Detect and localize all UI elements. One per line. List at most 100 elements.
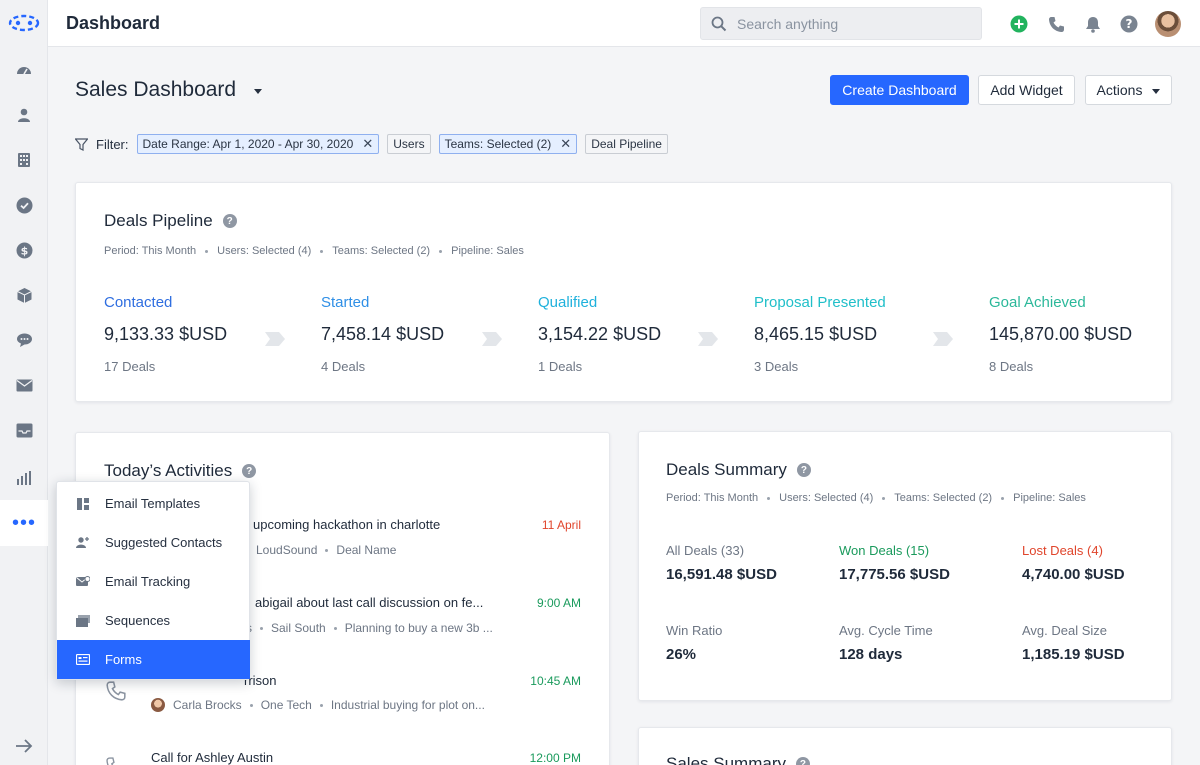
stage-amount: 145,870.00 $USD — [989, 324, 1133, 344]
menu-item-email-templates[interactable]: Email Templates — [57, 484, 250, 523]
filter-chip-label: Teams: Selected (2) — [444, 137, 552, 151]
dashboard-selector[interactable]: Sales Dashboard — [75, 78, 263, 102]
phone-icon[interactable] — [1046, 14, 1066, 34]
add-contact-icon — [76, 536, 90, 550]
activity-company: One Tech — [260, 698, 312, 712]
summary-avg-deal-size: Avg. Deal Size 1,185.19 $USD — [1022, 623, 1125, 663]
more-apps-button[interactable]: ••• — [0, 500, 48, 546]
user-avatar[interactable] — [1155, 11, 1181, 37]
meta-users: Users: Selected (4) — [217, 245, 312, 257]
pipeline-stage[interactable]: Started 7,458.14 $USD 4 Deals — [321, 294, 444, 374]
menu-item-forms[interactable]: Forms — [57, 640, 250, 679]
summary-win-ratio: Win Ratio 26% — [666, 623, 722, 663]
pipeline-stage[interactable]: Proposal Presented 8,465.15 $USD 3 Deals — [754, 294, 886, 374]
svg-text:$: $ — [20, 244, 28, 257]
summary-meta: Period: This Month Users: Selected (4) T… — [666, 492, 1086, 504]
deals-pipeline-title: Deals Pipeline — [104, 211, 213, 230]
stage-amount: 8,465.15 $USD — [754, 324, 878, 344]
meta-teams: Teams: Selected (2) — [332, 245, 431, 257]
quick-add-icon[interactable] — [1009, 14, 1029, 34]
tasks-check-icon[interactable] — [14, 195, 34, 215]
menu-item-sequences[interactable]: Sequences — [57, 601, 250, 640]
stage-amount: 9,133.33 $USD — [104, 324, 228, 344]
remove-filter-icon[interactable]: ✕ — [362, 136, 373, 152]
activity-item[interactable]: rrison 10:45 AM Carla Brocks One Tech In… — [76, 671, 611, 731]
chevron-right-icon — [482, 332, 502, 346]
actions-dropdown-button[interactable]: Actions — [1085, 75, 1172, 105]
filter-funnel-icon — [75, 137, 88, 151]
deals-pipeline-card: Deals Pipeline ? Period: This Month User… — [75, 182, 1172, 402]
dashboard-gauge-icon[interactable] — [14, 60, 34, 80]
contacts-person-icon[interactable] — [14, 105, 34, 125]
app-logo-icon[interactable] — [8, 13, 40, 33]
reports-bar-chart-icon[interactable] — [14, 468, 34, 488]
summary-value: 16,591.48 $USD — [666, 566, 777, 583]
meta-users: Users: Selected (4) — [779, 492, 874, 504]
add-widget-button[interactable]: Add Widget — [978, 75, 1075, 105]
activities-title: Today’s Activities — [104, 461, 233, 480]
meta-pipeline: Pipeline: Sales — [1013, 492, 1086, 504]
separator-dot — [439, 249, 443, 253]
stage-name: Started — [321, 294, 370, 311]
activity-meta: s Sail South Planning to buy a new 3b ..… — [246, 621, 493, 635]
search-input[interactable] — [737, 8, 977, 39]
filter-label: Filter: — [96, 136, 129, 152]
filter-chip-date-range[interactable]: Date Range: Apr 1, 2020 - Apr 30, 2020 ✕ — [136, 134, 380, 154]
activity-meta: Carla Brocks One Tech Industrial buying … — [151, 698, 485, 712]
contact-avatar — [151, 698, 165, 712]
inbox-tray-icon[interactable] — [14, 420, 34, 440]
menu-item-label: Email Tracking — [105, 574, 191, 589]
notifications-bell-icon[interactable] — [1083, 14, 1103, 34]
filter-chip-label: Deal Pipeline — [591, 137, 662, 151]
chevron-right-icon — [265, 332, 285, 346]
help-icon[interactable]: ? — [796, 463, 811, 477]
chat-bubble-icon[interactable] — [14, 330, 34, 350]
activity-company: LoudSound — [256, 543, 318, 557]
menu-item-email-tracking[interactable]: Email Tracking — [57, 562, 250, 601]
pipeline-stage[interactable]: Goal Achieved 145,870.00 $USD 8 Deals — [989, 294, 1132, 374]
help-icon[interactable]: ? — [795, 757, 810, 765]
expand-sidebar-arrow-icon[interactable] — [14, 736, 34, 756]
mail-envelope-icon[interactable] — [14, 375, 34, 395]
filter-chip-users[interactable]: Users — [387, 134, 431, 154]
stage-name: Contacted — [104, 294, 173, 311]
help-question-icon[interactable]: ? — [1119, 14, 1139, 34]
search-box[interactable] — [700, 7, 982, 40]
separator-dot — [882, 496, 886, 500]
svg-text:?: ? — [1126, 17, 1133, 31]
pipeline-stage[interactable]: Qualified 3,154.22 $USD 1 Deals — [538, 294, 661, 374]
activity-item[interactable]: Call for Ashley Austin 12:00 PM — [76, 749, 611, 765]
deals-dollar-icon[interactable]: $ — [14, 240, 34, 260]
stage-deals: 4 Deals — [321, 359, 366, 374]
card-title: Today’s Activities ? — [104, 461, 257, 481]
help-icon[interactable]: ? — [242, 464, 257, 478]
meta-period: Period: This Month — [666, 492, 759, 504]
activity-deal: Planning to buy a new 3b ... — [344, 621, 493, 635]
filter-chip-deal-pipeline[interactable]: Deal Pipeline — [585, 134, 668, 154]
stage-name: Goal Achieved — [989, 294, 1086, 311]
products-box-icon[interactable] — [14, 285, 34, 305]
call-phone-icon — [106, 681, 126, 701]
remove-filter-icon[interactable]: ✕ — [560, 136, 571, 152]
summary-lost-deals: Lost Deals (4) 4,740.00 $USD — [1022, 543, 1125, 583]
separator-dot — [1001, 496, 1005, 500]
sales-summary-title: Sales Summary — [666, 754, 786, 765]
activity-meta: LoudSound Deal Name — [256, 543, 396, 557]
menu-item-label: Sequences — [105, 613, 171, 628]
summary-value: 4,740.00 $USD — [1022, 566, 1125, 583]
menu-item-suggested-contacts[interactable]: Suggested Contacts — [57, 523, 250, 562]
create-dashboard-button[interactable]: Create Dashboard — [830, 75, 969, 105]
summary-value: 128 days — [839, 646, 903, 663]
separator-dot — [320, 249, 324, 253]
pipeline-stage[interactable]: Contacted 9,133.33 $USD 17 Deals — [104, 294, 227, 374]
separator-dot — [333, 626, 337, 630]
help-icon[interactable]: ? — [222, 214, 237, 228]
search-icon — [711, 16, 727, 32]
summary-avg-cycle-time: Avg. Cycle Time 128 days — [839, 623, 933, 663]
filter-chip-teams[interactable]: Teams: Selected (2) ✕ — [438, 134, 578, 154]
companies-building-icon[interactable] — [14, 150, 34, 170]
sales-summary-card: Sales Summary ? — [638, 727, 1172, 765]
actions-label: Actions — [1096, 82, 1143, 98]
activity-title: abigail about last call discussion on fe… — [255, 595, 484, 610]
summary-value: 26% — [666, 646, 697, 663]
